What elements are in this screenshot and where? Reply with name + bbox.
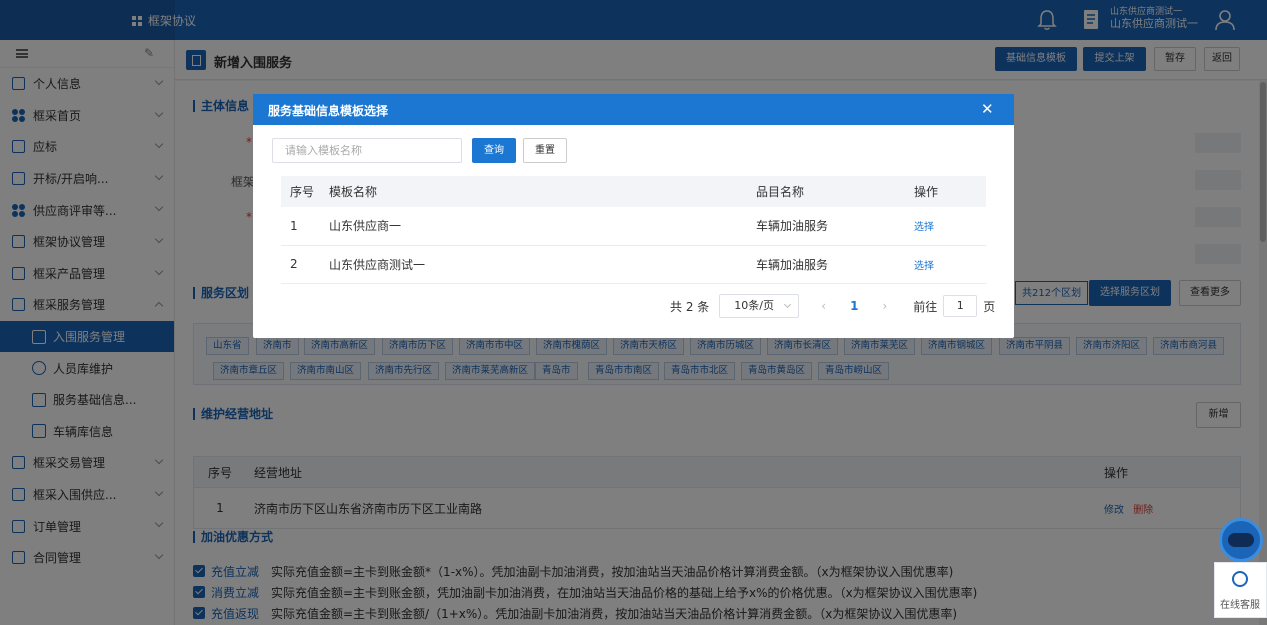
current-page[interactable]: 1: [850, 299, 858, 313]
robot-face: [1228, 533, 1254, 547]
header-category: 品目名称: [756, 185, 805, 199]
goto-label: 前往: [913, 299, 938, 314]
pagination: 共 2 条 10条/页 ‹ 1 › 前往 1 页: [670, 294, 995, 318]
page-size-value: 10条/页: [734, 299, 774, 312]
dialog-title: 服务基础信息模板选择: [268, 104, 389, 118]
header-template-name: 模板名称: [329, 185, 378, 199]
select-link[interactable]: 选择: [914, 222, 934, 233]
row-index: 2: [290, 257, 298, 272]
page-size-select[interactable]: 10条/页: [719, 294, 800, 318]
headset-icon: [1232, 571, 1248, 587]
row-index: 1: [290, 218, 298, 233]
next-page-icon[interactable]: ›: [882, 299, 887, 313]
template-name-search-input[interactable]: [272, 138, 462, 163]
template-select-dialog: 服务基础信息模板选择 ✕ 查询 重置 序号 模板名称 品目名称 操作 1 山东供…: [253, 94, 1014, 338]
close-icon[interactable]: ✕: [981, 102, 994, 117]
online-service-label: 在线客服: [1220, 600, 1260, 611]
online-service-button[interactable]: 在线客服: [1214, 562, 1267, 618]
robot-assistant-icon[interactable]: [1219, 518, 1263, 562]
select-link[interactable]: 选择: [914, 261, 934, 272]
header-index: 序号: [290, 185, 315, 199]
row-category: 车辆加油服务: [756, 257, 829, 272]
header-action: 操作: [914, 185, 939, 199]
row-template-name: 山东供应商一: [329, 219, 402, 234]
query-button[interactable]: 查询: [472, 138, 516, 163]
table-row: 1 山东供应商一 车辆加油服务 选择: [281, 207, 986, 246]
prev-page-icon[interactable]: ‹: [821, 299, 826, 313]
reset-button[interactable]: 重置: [523, 138, 567, 163]
dialog-header: 服务基础信息模板选择 ✕: [253, 94, 1014, 125]
goto-page-input[interactable]: 1: [943, 295, 978, 317]
row-template-name: 山东供应商测试一: [329, 257, 426, 272]
page-suffix: 页: [983, 299, 996, 314]
table-row: 2 山东供应商测试一 车辆加油服务 选择: [281, 246, 986, 284]
pager-total: 共 2 条: [670, 299, 710, 314]
chevron-down-icon: [784, 300, 792, 309]
row-category: 车辆加油服务: [756, 219, 829, 234]
template-table-header: 序号 模板名称 品目名称 操作: [281, 176, 986, 207]
template-table: 序号 模板名称 品目名称 操作 1 山东供应商一 车辆加油服务 选择 2 山东供…: [281, 176, 986, 284]
